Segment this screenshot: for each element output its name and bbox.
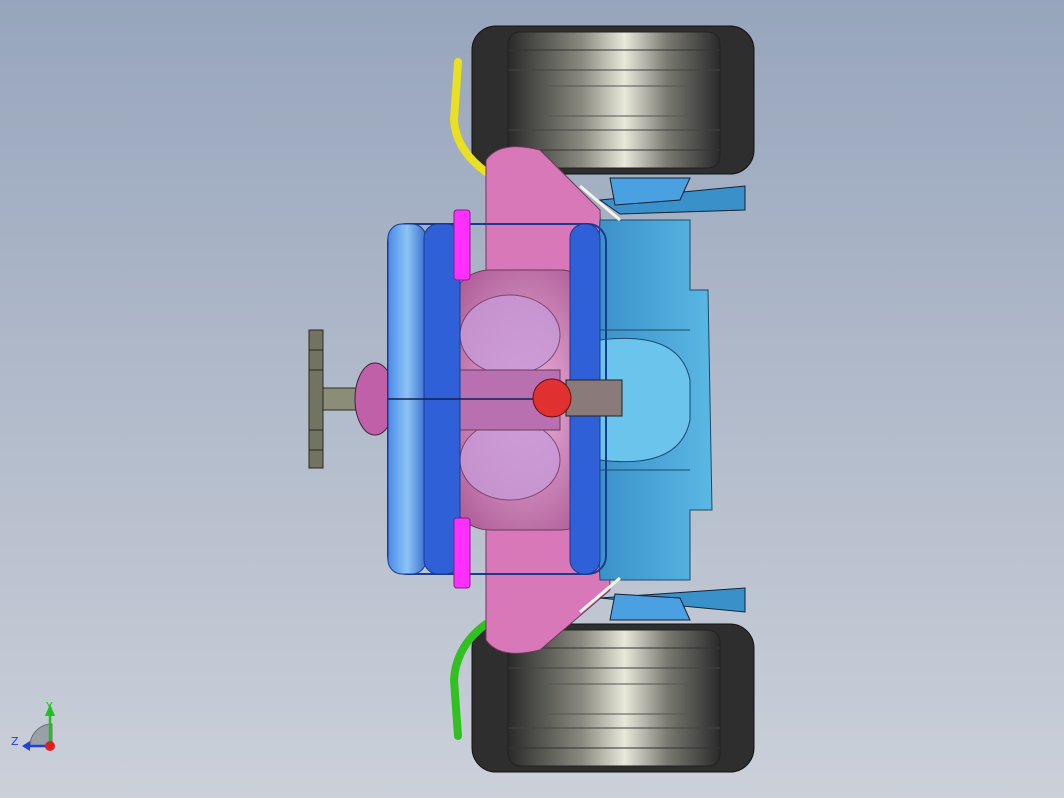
axis-origin (45, 741, 55, 751)
endplate-strip-top (453, 209, 471, 281)
rain-light[interactable] (532, 378, 623, 418)
cad-viewport[interactable]: Y Z (0, 0, 1064, 798)
endplate-strip-bottom (453, 517, 471, 589)
axis-z-label: Z (11, 735, 19, 748)
axis-y-label: Y (45, 700, 53, 713)
